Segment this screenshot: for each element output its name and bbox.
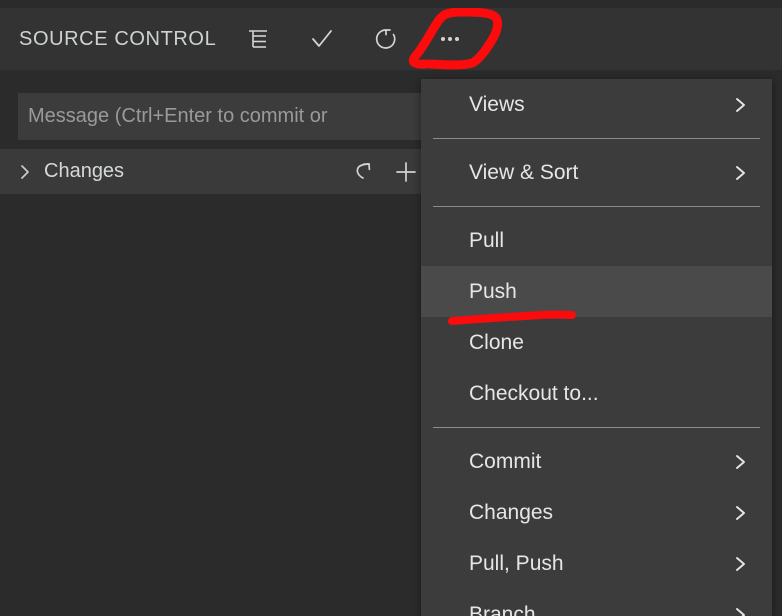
commit-message-input[interactable]: Message (Ctrl+Enter to commit or [18, 93, 438, 140]
header-action-bar [238, 19, 470, 59]
more-actions-icon[interactable] [430, 19, 470, 59]
panel-title: SOURCE CONTROL [19, 27, 217, 50]
menu-item-label: Commit [469, 449, 542, 473]
menu-item-view-sort[interactable]: View & Sort [421, 147, 772, 198]
menu-item-label: Pull [469, 228, 505, 252]
menu-separator [433, 206, 760, 207]
chevron-right-icon [730, 554, 750, 574]
chevron-right-icon [730, 95, 750, 115]
chevron-right-icon [730, 163, 750, 183]
view-as-tree-icon[interactable] [238, 19, 278, 59]
menu-item-label: Clone [469, 330, 524, 354]
menu-item-label: Branch [469, 602, 536, 616]
menu-item-push[interactable]: Push [421, 266, 772, 317]
menu-item-commit[interactable]: Commit [421, 436, 772, 487]
refresh-icon[interactable] [366, 19, 406, 59]
menu-item-label: Push [469, 279, 517, 303]
menu-item-branch[interactable]: Branch [421, 589, 772, 616]
chevron-right-icon [730, 503, 750, 523]
menu-separator [433, 138, 760, 139]
commit-message-placeholder: Message (Ctrl+Enter to commit or [28, 105, 328, 127]
menu-item-label: Changes [469, 500, 554, 524]
stage-all-changes-icon[interactable] [390, 156, 422, 188]
changes-section-label: Changes [44, 160, 125, 182]
menu-item-pull[interactable]: Pull [421, 215, 772, 266]
menu-item-pull-push[interactable]: Pull, Push [421, 538, 772, 589]
source-control-header: SOURCE CONTROL [0, 8, 782, 70]
more-actions-context-menu[interactable]: Views View & Sort Pull Push Clone Checkout to… [421, 79, 772, 616]
chevron-right-icon [730, 605, 750, 616]
discard-all-changes-icon[interactable] [348, 156, 380, 188]
menu-item-clone[interactable]: Clone [421, 317, 772, 368]
menu-item-label: Checkout to... [469, 381, 599, 405]
changes-section-header[interactable]: Changes [0, 149, 440, 194]
source-control-body [0, 194, 440, 616]
menu-separator [433, 427, 760, 428]
vscode-source-control-screen: SOURCE CONTROL Message (Ctrl+Enter to co… [0, 0, 782, 616]
menu-item-label: Pull, Push [469, 551, 564, 575]
menu-item-changes[interactable]: Changes [421, 487, 772, 538]
commit-check-icon[interactable] [302, 19, 342, 59]
menu-item-label: View & Sort [469, 160, 579, 184]
chevron-right-icon [730, 452, 750, 472]
menu-item-checkout-to[interactable]: Checkout to... [421, 368, 772, 419]
menu-item-label: Views [469, 92, 525, 116]
menu-item-views[interactable]: Views [421, 79, 772, 130]
chevron-right-icon[interactable] [10, 157, 40, 187]
